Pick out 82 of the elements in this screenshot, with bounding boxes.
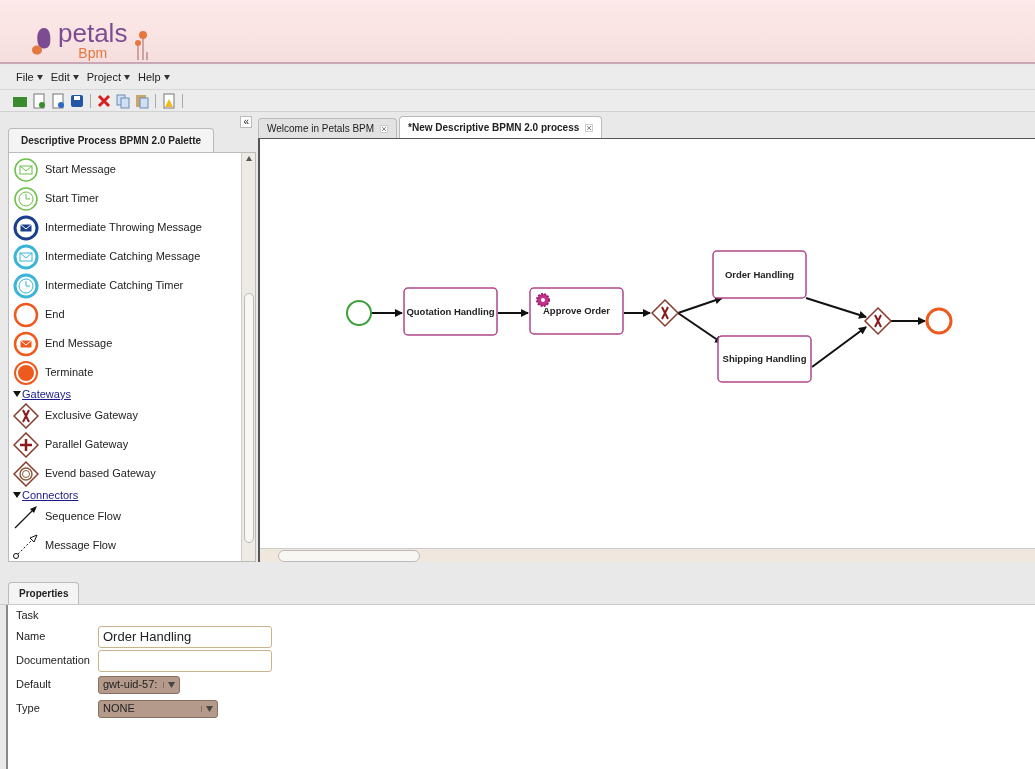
delete-icon[interactable]	[96, 92, 112, 109]
field-label: Name	[16, 629, 47, 645]
palette-item[interactable]: Intermediate Catching Message	[45, 248, 201, 265]
envelope-circle-icon	[13, 243, 39, 270]
palette-item[interactable]: Evend based Gateway	[45, 465, 156, 482]
envelope-circle-icon	[13, 156, 39, 183]
palette-item[interactable]: Intermediate Throwing Message	[45, 219, 202, 236]
clock-circle-icon	[13, 272, 39, 299]
group-header-link[interactable]: Connectors	[22, 486, 79, 504]
sequence-flow-arrow	[497, 309, 529, 317]
sequence-flow-arrow	[890, 317, 926, 325]
plus-diamond-icon	[13, 431, 39, 458]
properties-tab[interactable]: Properties	[8, 582, 80, 604]
palette-item[interactable]: Start Timer	[45, 190, 99, 207]
expand-toggle-icon[interactable]	[13, 491, 21, 499]
dropdown[interactable]: NONE	[98, 699, 218, 718]
paste-icon[interactable]	[134, 92, 150, 109]
palette-tab[interactable]: Descriptive Process BPMN 2.0 Palette	[8, 128, 215, 152]
arrow-icon	[13, 503, 39, 530]
task-node: Shipping Handling	[717, 335, 812, 383]
palette-item[interactable]: Intermediate Catching Timer	[45, 277, 184, 294]
task-node: Quotation Handling	[403, 287, 498, 336]
sequence-flow-arrow	[805, 297, 867, 319]
x-diamond-icon	[13, 402, 39, 429]
section-title: Task	[16, 608, 40, 623]
sequence-flow-arrow	[811, 326, 867, 368]
scrollbar[interactable]	[241, 153, 255, 561]
menu-item[interactable]: Edit	[50, 69, 79, 86]
close-icon[interactable]	[585, 123, 594, 132]
text-field[interactable]: Order Handling	[98, 625, 272, 648]
gear-icon	[536, 293, 550, 307]
dropdown[interactable]: gwt-uid-57:	[98, 675, 181, 694]
editor-tab[interactable]: *New Descriptive BPMN 2.0 process	[399, 116, 603, 138]
field-label: Default	[16, 677, 52, 693]
menu-item[interactable]: Help	[137, 69, 170, 86]
new-document-icon[interactable]	[31, 92, 47, 109]
field-label: Type	[16, 701, 41, 717]
caret-icon	[168, 681, 176, 688]
palette-item[interactable]: End Message	[45, 335, 113, 352]
logo-subtitle: Bpm	[78, 46, 108, 60]
circle-icon	[13, 301, 39, 328]
envelope-circle-icon	[13, 330, 39, 357]
palette-item[interactable]: Terminate	[45, 364, 94, 381]
group-header-link[interactable]: Gateways	[22, 385, 71, 403]
sequence-flow-arrow	[370, 309, 403, 317]
expand-toggle-icon[interactable]	[13, 390, 21, 398]
editor-tab[interactable]: Welcome in Petals BPM	[258, 118, 398, 138]
caret-icon	[163, 75, 170, 80]
scroll-up-icon[interactable]	[245, 156, 252, 161]
clock-circle-icon	[13, 185, 39, 212]
exclusive-gateway	[650, 298, 680, 328]
document-arrow-icon[interactable]	[50, 92, 66, 109]
palette-item[interactable]: Sequence Flow	[45, 508, 121, 525]
horizontal-scrollbar[interactable]	[260, 548, 1035, 562]
palette-item[interactable]: Parallel Gateway	[45, 436, 129, 453]
start-event	[346, 300, 372, 326]
sequence-flow-arrow	[623, 309, 651, 317]
collapse-button[interactable]: «	[240, 116, 252, 128]
end-event	[925, 307, 953, 335]
copy-icon[interactable]	[115, 92, 131, 109]
caret-icon	[206, 705, 213, 712]
menu-item[interactable]: Project	[86, 69, 130, 86]
close-icon[interactable]	[380, 124, 389, 133]
palette-item[interactable]: Exclusive Gateway	[45, 407, 138, 424]
palette-item[interactable]: Start Message	[45, 161, 116, 178]
text-field[interactable]	[98, 649, 272, 672]
envelope-circle-icon	[13, 214, 39, 241]
caret-icon	[36, 75, 43, 80]
exclusive-gateway	[863, 306, 893, 336]
save-icon[interactable]	[69, 92, 85, 109]
document-warning-icon[interactable]	[161, 92, 177, 109]
dashed-arrow-icon	[13, 532, 39, 559]
ring-diamond-icon	[13, 460, 39, 487]
task-node: Approve Order	[529, 287, 624, 335]
filled-circle-icon	[13, 359, 39, 386]
caret-icon	[123, 75, 130, 80]
menu-item[interactable]: File	[16, 69, 43, 86]
task-node: Order Handling	[712, 250, 807, 299]
palette-item[interactable]: Message Flow	[45, 537, 116, 554]
caret-icon	[72, 75, 79, 80]
palette-item[interactable]: End	[45, 306, 65, 323]
field-label: Documentation	[16, 653, 91, 669]
